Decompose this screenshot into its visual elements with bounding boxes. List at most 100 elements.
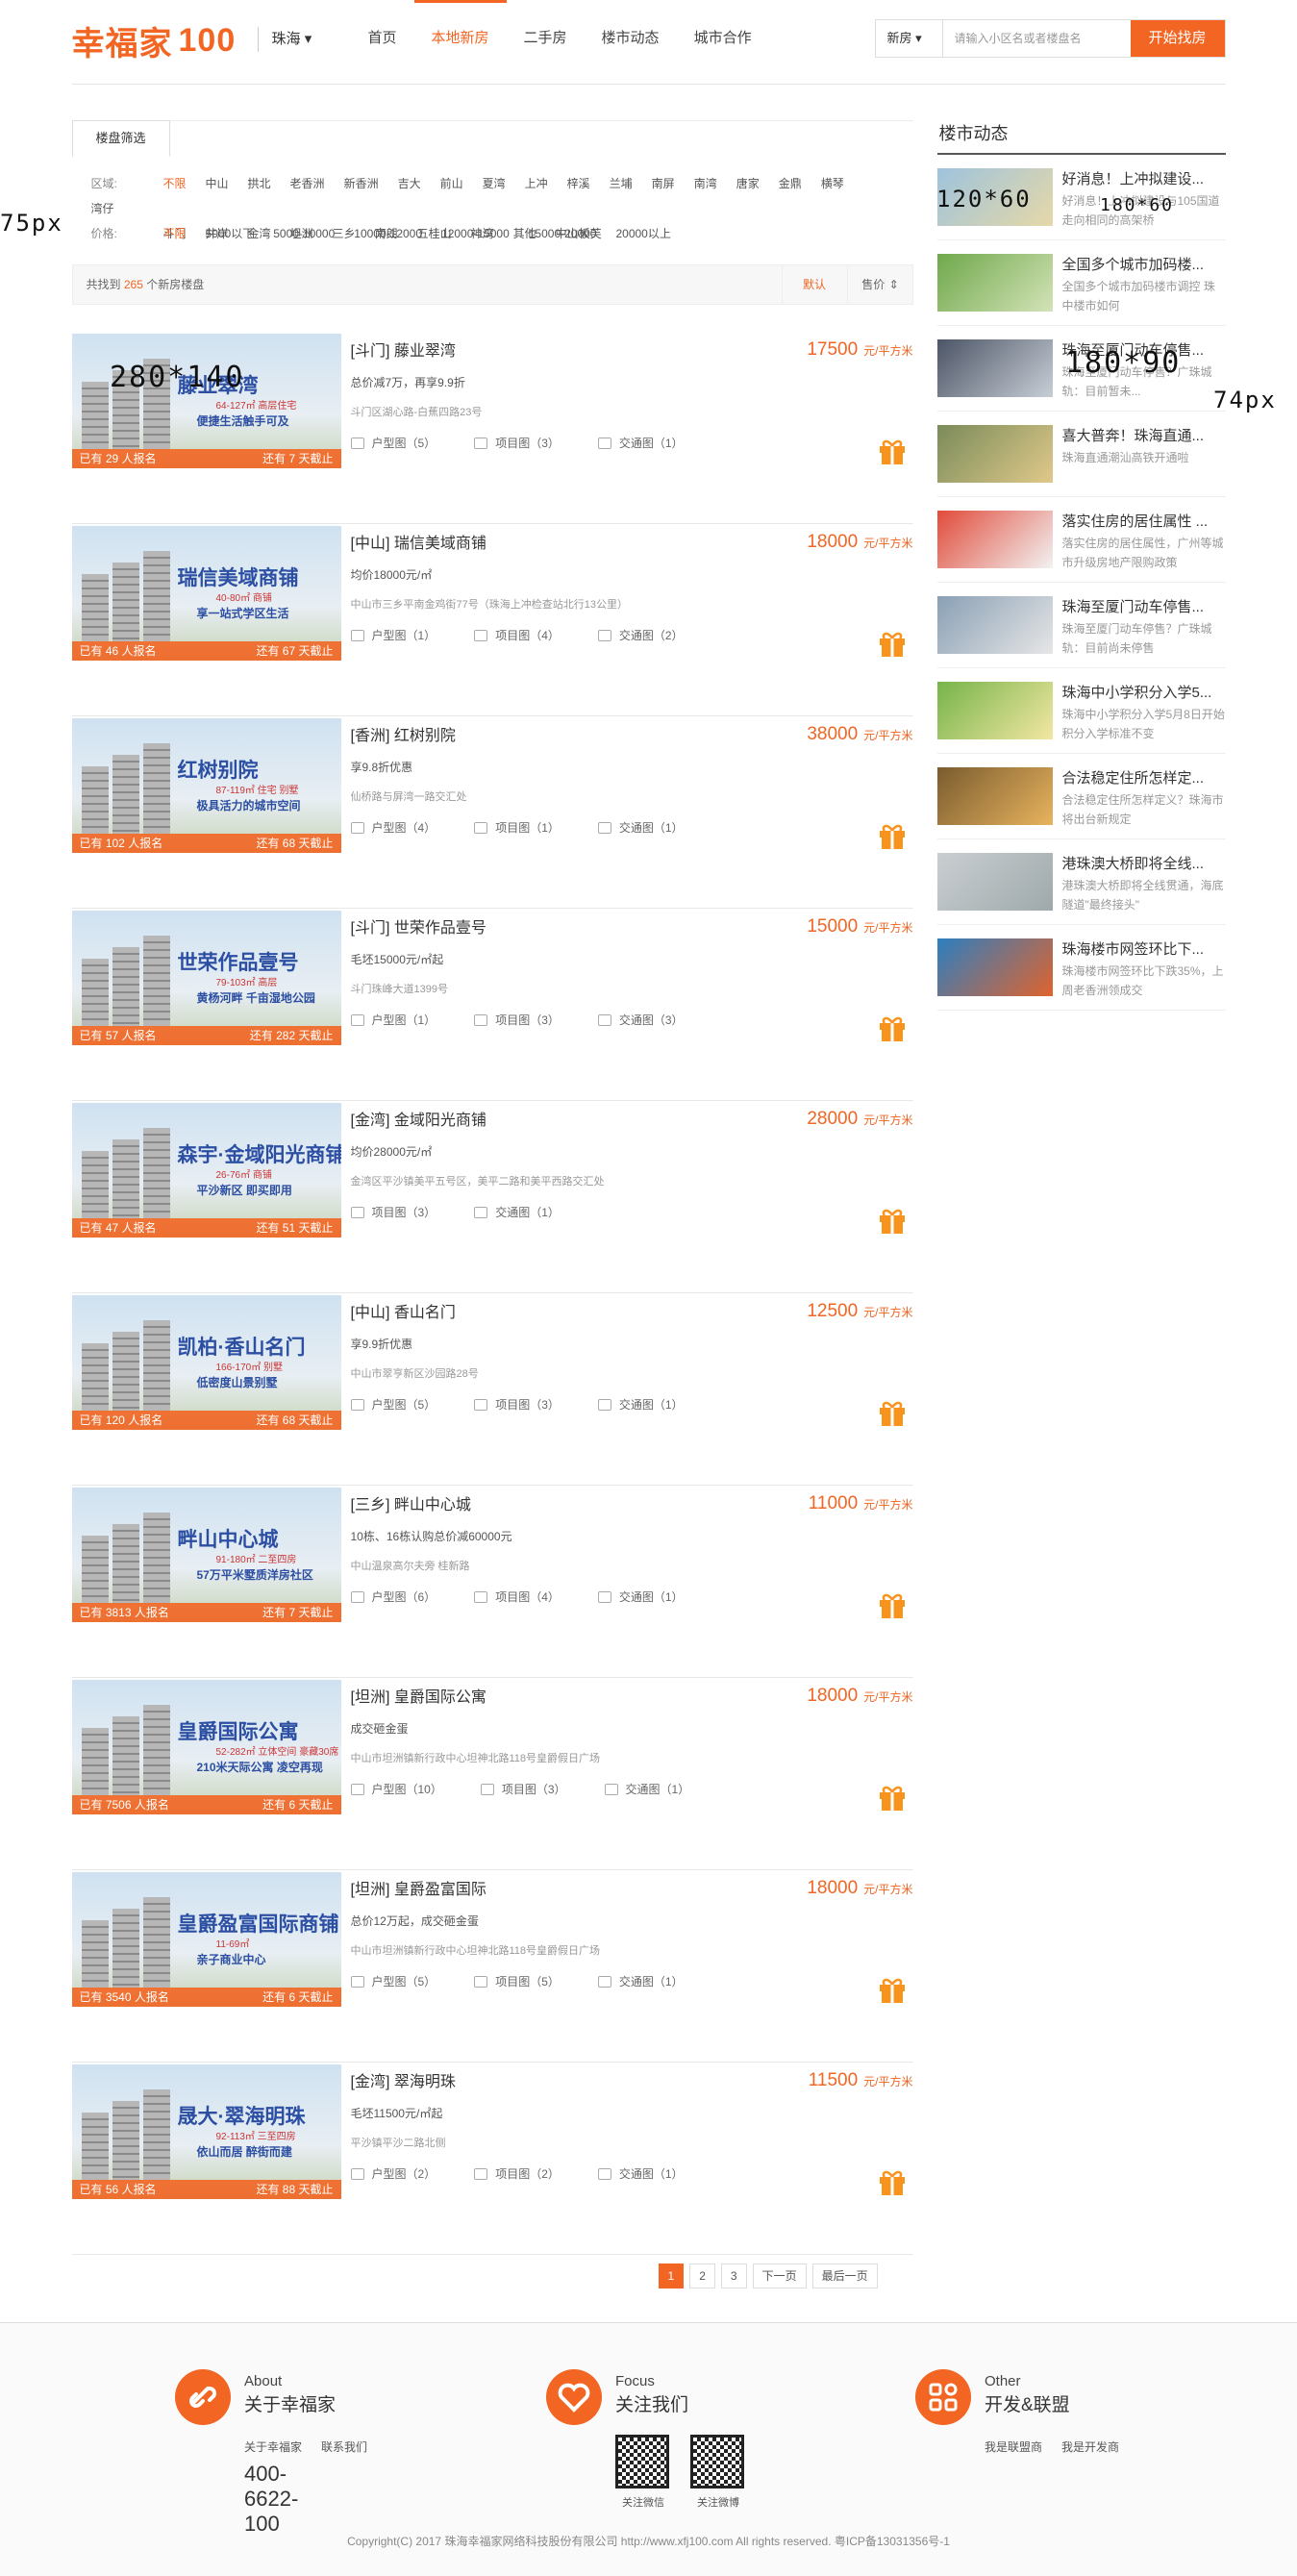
listing-tag[interactable]: 交通图（1） xyxy=(597,2165,684,2182)
listing-item[interactable]: 晟大·翠海明珠 92-113㎡ 三至四房 依山而居 醉街而建 已有 56 人报名… xyxy=(71,2063,913,2255)
search-button[interactable]: 开始找房 xyxy=(1130,20,1225,57)
listing-item[interactable]: 畔山中心城 91-180㎡ 二至四房 57万平米墅质洋房社区 已有 3813 人… xyxy=(71,1486,913,1678)
area-option[interactable]: 湾仔 xyxy=(91,196,114,221)
news-item[interactable]: 珠海中小学积分入学5... 珠海中小学积分入学5月8日开始 积分入学标准不变 xyxy=(936,668,1226,754)
listing-item[interactable]: 皇爵国际公寓 52-282㎡ 立体空间 豪藏30席 210米天际公寓 凌空再现 … xyxy=(71,1678,913,1870)
listing-image[interactable]: 世荣作品壹号 79-103㎡ 高层 黄杨河畔 千亩湿地公园 已有 57 人报名 … xyxy=(71,911,341,1045)
listing-item[interactable]: 红树别院 87-119㎡ 住宅 别墅 极具活力的城市空间 已有 102 人报名 … xyxy=(71,716,913,909)
listing-tag[interactable]: 交通图（3） xyxy=(597,1012,684,1028)
nav-new-homes[interactable]: 本地新房 xyxy=(413,0,507,77)
listing-image[interactable]: 畔山中心城 91-180㎡ 二至四房 57万平米墅质洋房社区 已有 3813 人… xyxy=(71,1488,341,1622)
listing-image[interactable]: 凯柏·香山名门 166-170㎡ 别墅 低密度山景别墅 已有 120 人报名 还… xyxy=(71,1295,341,1430)
gift-icon[interactable] xyxy=(877,1589,908,1620)
listing-tag[interactable]: 交通图（1） xyxy=(474,1204,560,1220)
listing-tag[interactable]: 项目图（4） xyxy=(474,627,560,643)
listing-item[interactable]: 森宇·金域阳光商铺 26-76㎡ 商铺 平沙新区 即买即用 已有 47 人报名 … xyxy=(71,1101,913,1293)
listing-tag[interactable]: 户型图（1） xyxy=(350,1012,436,1028)
news-title[interactable]: 珠海至厦门动车停售... xyxy=(1062,596,1226,616)
listing-item[interactable]: 世荣作品壹号 79-103㎡ 高层 黄杨河畔 千亩湿地公园 已有 57 人报名 … xyxy=(71,909,913,1101)
news-item[interactable]: 港珠澳大桥即将全线... 港珠澳大桥即将全线贯通，海底隧道"最终接头" xyxy=(936,839,1226,925)
contact-link[interactable]: 联系我们 xyxy=(321,2438,367,2455)
price-option[interactable]: 10000-12000 xyxy=(354,221,422,246)
listing-tag[interactable]: 户型图（5） xyxy=(350,1396,436,1413)
listing-tag[interactable]: 户型图（2） xyxy=(350,2165,436,2182)
listing-image[interactable]: 藤业翠湾 64-127㎡ 高层住宅 便捷生活触手可及 已有 29 人报名 还有 … xyxy=(71,334,341,468)
area-option[interactable]: 拱北 xyxy=(248,171,271,196)
site-logo[interactable]: 幸福家 100 xyxy=(72,17,237,64)
gift-icon[interactable] xyxy=(877,1013,908,1043)
price-option[interactable]: 15000-20000 xyxy=(529,221,597,246)
nav-city-partner[interactable]: 城市合作 xyxy=(677,0,769,77)
next-page-button[interactable]: 下一页 xyxy=(752,2263,807,2288)
listing-tag[interactable]: 项目图（1） xyxy=(474,819,560,836)
listing-tag[interactable]: 交通图（2） xyxy=(597,627,684,643)
news-item[interactable]: 喜大普奔！珠海直通... 珠海直通潮汕高铁开通啦 xyxy=(936,412,1226,497)
area-option[interactable]: 上冲 xyxy=(525,171,548,196)
sort-price-button[interactable]: 售价 ⇕ xyxy=(846,265,912,304)
news-title[interactable]: 喜大普奔！珠海直通... xyxy=(1062,425,1226,445)
about-link[interactable]: 关于幸福家 xyxy=(244,2438,302,2455)
listing-item[interactable]: 皇爵盈富国际商铺 11-69㎡ 亲子商业中心 已有 3540 人报名 还有 6 … xyxy=(71,1870,913,2063)
news-title[interactable]: 合法稳定住所怎样定... xyxy=(1062,767,1226,788)
listing-tag[interactable]: 户型图（4） xyxy=(350,819,436,836)
area-option[interactable]: 中山 xyxy=(206,171,229,196)
area-option[interactable]: 夏湾 xyxy=(483,171,506,196)
listing-image[interactable]: 晟大·翠海明珠 92-113㎡ 三至四房 依山而居 醉街而建 已有 56 人报名… xyxy=(71,2064,341,2199)
listing-item[interactable]: 瑞信美域商铺 40-80㎡ 商铺 享一站式学区生活 已有 46 人报名 还有 6… xyxy=(71,524,913,716)
listing-tag[interactable]: 交通图（1） xyxy=(597,819,684,836)
city-selector[interactable]: 珠海 ▾ xyxy=(257,27,312,52)
nav-resale[interactable]: 二手房 xyxy=(507,0,585,77)
gift-icon[interactable] xyxy=(877,2166,908,2197)
area-option[interactable]: 横琴 xyxy=(821,171,844,196)
news-title[interactable]: 珠海楼市网签环比下... xyxy=(1062,938,1226,959)
gift-icon[interactable] xyxy=(877,436,908,466)
news-item[interactable]: 全国多个城市加码楼... 全国多个城市加码楼市调控 珠中楼市如何 xyxy=(936,240,1226,326)
listing-tag[interactable]: 户型图（1） xyxy=(350,627,436,643)
nav-market-news[interactable]: 楼市动态 xyxy=(585,0,677,77)
gift-icon[interactable] xyxy=(877,1397,908,1428)
listing-image[interactable]: 瑞信美域商铺 40-80㎡ 商铺 享一站式学区生活 已有 46 人报名 还有 6… xyxy=(71,526,341,661)
listing-tag[interactable]: 交通图（1） xyxy=(597,435,684,451)
news-title[interactable]: 港珠澳大桥即将全线... xyxy=(1062,853,1226,873)
listing-image[interactable]: 红树别院 87-119㎡ 住宅 别墅 极具活力的城市空间 已有 102 人报名 … xyxy=(71,718,341,853)
price-option[interactable]: 12000-15000 xyxy=(441,221,510,246)
news-item[interactable]: 珠海至厦门动车停售... 珠海至厦门动车停售？广珠城轨：目前尚未停售 xyxy=(936,583,1226,668)
listing-tag[interactable]: 交通图（1） xyxy=(597,1396,684,1413)
listing-tag[interactable]: 项目图（3） xyxy=(474,1396,560,1413)
weibo-qr-code[interactable] xyxy=(690,2435,744,2488)
area-option[interactable]: 梓溪 xyxy=(567,171,590,196)
listing-tag[interactable]: 户型图（6） xyxy=(350,1588,436,1605)
price-option[interactable]: 5000以下 xyxy=(206,221,255,246)
area-option[interactable]: 南屏 xyxy=(652,171,675,196)
listing-tag[interactable]: 项目图（3） xyxy=(474,1012,560,1028)
alliance-link[interactable]: 我是联盟商 xyxy=(985,2438,1042,2455)
listing-tag[interactable]: 户型图（5） xyxy=(350,1973,436,1989)
listing-tag[interactable]: 项目图（3） xyxy=(474,435,560,451)
news-title[interactable]: 全国多个城市加码楼... xyxy=(1062,254,1226,274)
news-title[interactable]: 好消息！上冲拟建设... xyxy=(1062,168,1226,188)
price-option[interactable]: 20000以上 xyxy=(615,221,670,246)
page-number-button[interactable]: 1 xyxy=(658,2263,685,2288)
listing-tag[interactable]: 户型图（10） xyxy=(350,1781,442,1797)
listing-item[interactable]: 凯柏·香山名门 166-170㎡ 别墅 低密度山景别墅 已有 120 人报名 还… xyxy=(71,1293,913,1486)
nav-home[interactable]: 首页 xyxy=(351,0,414,77)
news-title[interactable]: 落实住房的居住属性 ... xyxy=(1062,511,1226,531)
listing-image[interactable]: 森宇·金域阳光商铺 26-76㎡ 商铺 平沙新区 即买即用 已有 47 人报名 … xyxy=(71,1103,341,1238)
area-option[interactable]: 兰埔 xyxy=(610,171,633,196)
listing-tag[interactable]: 交通图（1） xyxy=(597,1588,684,1605)
news-item[interactable]: 落实住房的居住属性 ... 落实住房的居住属性，广州等城市升级房地产限购政策 xyxy=(936,497,1226,583)
last-page-button[interactable]: 最后一页 xyxy=(811,2263,878,2288)
listing-image[interactable]: 皇爵国际公寓 52-282㎡ 立体空间 豪藏30席 210米天际公寓 凌空再现 … xyxy=(71,1680,341,1814)
gift-icon[interactable] xyxy=(877,1205,908,1236)
area-option[interactable]: 南湾 xyxy=(694,171,717,196)
sort-default-button[interactable]: 默认 xyxy=(781,265,847,304)
listing-tag[interactable]: 交通图（1） xyxy=(604,1781,689,1797)
area-option[interactable]: 吉大 xyxy=(398,171,421,196)
area-option[interactable]: 老香洲 xyxy=(290,171,325,196)
listing-image[interactable]: 皇爵盈富国际商铺 11-69㎡ 亲子商业中心 已有 3540 人报名 还有 6 … xyxy=(71,1872,341,2007)
listing-tag[interactable]: 项目图（4） xyxy=(474,1588,560,1605)
search-type-select[interactable]: 新房 ▾ xyxy=(876,20,943,57)
search-input[interactable]: 请输入小区名或者楼盘名 xyxy=(943,20,1131,57)
area-option[interactable]: 唐家 xyxy=(736,171,760,196)
news-item[interactable]: 合法稳定住所怎样定... 合法稳定住所怎样定义？珠海市将出台新规定 xyxy=(936,754,1226,839)
